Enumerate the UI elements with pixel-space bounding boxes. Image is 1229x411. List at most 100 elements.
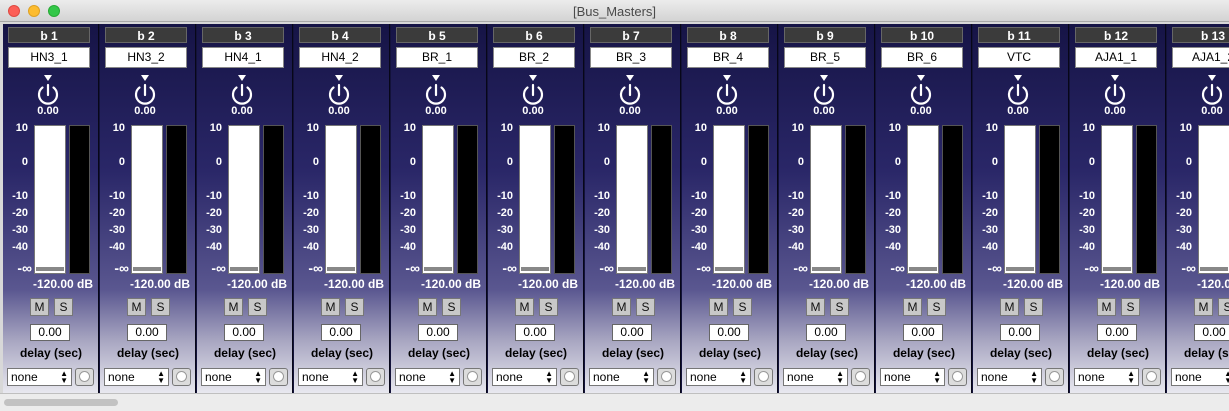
volume-fader[interactable] [519, 125, 551, 274]
route-select[interactable]: none ▲ ▼ [1074, 368, 1139, 386]
channel-name-field[interactable]: BR_4 [687, 47, 769, 68]
mute-button[interactable]: M [1194, 298, 1213, 316]
volume-fader[interactable] [1101, 125, 1133, 274]
solo-button[interactable]: S [1218, 298, 1229, 316]
horizontal-scrollbar-thumb[interactable] [4, 399, 118, 406]
route-select[interactable]: none ▲ ▼ [7, 368, 72, 386]
toggle-button[interactable] [366, 368, 385, 386]
fader-handle[interactable] [327, 267, 355, 271]
pan-knob-icon[interactable] [327, 82, 351, 106]
solo-button[interactable]: S [345, 298, 364, 316]
route-select[interactable]: none ▲ ▼ [977, 368, 1042, 386]
solo-button[interactable]: S [539, 298, 558, 316]
route-select[interactable]: none ▲ ▼ [492, 368, 557, 386]
delay-input[interactable]: 0.00 [224, 324, 264, 341]
channel-name-field[interactable]: VTC [978, 47, 1060, 68]
channel-name-field[interactable]: BR_3 [590, 47, 672, 68]
fader-handle[interactable] [1200, 267, 1228, 271]
fader-handle[interactable] [424, 267, 452, 271]
mute-button[interactable]: M [612, 298, 631, 316]
solo-button[interactable]: S [248, 298, 267, 316]
pan-knob-icon[interactable] [812, 82, 836, 106]
mute-button[interactable]: M [418, 298, 437, 316]
toggle-button[interactable] [269, 368, 288, 386]
toggle-button[interactable] [75, 368, 94, 386]
mute-button[interactable]: M [1097, 298, 1116, 316]
solo-button[interactable]: S [1121, 298, 1140, 316]
volume-fader[interactable] [422, 125, 454, 274]
volume-fader[interactable] [228, 125, 260, 274]
route-select[interactable]: none ▲ ▼ [201, 368, 266, 386]
mute-button[interactable]: M [515, 298, 534, 316]
delay-input[interactable]: 0.00 [418, 324, 458, 341]
pan-knob-icon[interactable] [715, 82, 739, 106]
delay-input[interactable]: 0.00 [1194, 324, 1229, 341]
toggle-button[interactable] [1142, 368, 1161, 386]
delay-input[interactable]: 0.00 [127, 324, 167, 341]
delay-input[interactable]: 0.00 [321, 324, 361, 341]
volume-fader[interactable] [325, 125, 357, 274]
horizontal-scrollbar-track[interactable] [0, 393, 1229, 411]
channel-name-field[interactable]: HN4_1 [202, 47, 284, 68]
route-select[interactable]: none ▲ ▼ [395, 368, 460, 386]
channel-name-field[interactable]: BR_2 [493, 47, 575, 68]
route-select[interactable]: none ▲ ▼ [783, 368, 848, 386]
toggle-button[interactable] [463, 368, 482, 386]
delay-input[interactable]: 0.00 [903, 324, 943, 341]
toggle-button[interactable] [560, 368, 579, 386]
mute-button[interactable]: M [709, 298, 728, 316]
mute-button[interactable]: M [127, 298, 146, 316]
delay-input[interactable]: 0.00 [1000, 324, 1040, 341]
volume-fader[interactable] [1004, 125, 1036, 274]
fader-handle[interactable] [36, 267, 64, 271]
channel-name-field[interactable]: BR_6 [881, 47, 963, 68]
pan-knob-icon[interactable] [1103, 82, 1127, 106]
route-select[interactable]: none ▲ ▼ [298, 368, 363, 386]
channel-name-field[interactable]: AJA1_1 [1075, 47, 1157, 68]
fader-handle[interactable] [521, 267, 549, 271]
volume-fader[interactable] [34, 125, 66, 274]
solo-button[interactable]: S [636, 298, 655, 316]
delay-input[interactable]: 0.00 [515, 324, 555, 341]
volume-fader[interactable] [713, 125, 745, 274]
toggle-button[interactable] [657, 368, 676, 386]
solo-button[interactable]: S [830, 298, 849, 316]
toggle-button[interactable] [851, 368, 870, 386]
volume-fader[interactable] [131, 125, 163, 274]
solo-button[interactable]: S [151, 298, 170, 316]
fader-handle[interactable] [909, 267, 937, 271]
solo-button[interactable]: S [1024, 298, 1043, 316]
solo-button[interactable]: S [733, 298, 752, 316]
pan-knob-icon[interactable] [521, 82, 545, 106]
volume-fader[interactable] [1198, 125, 1229, 274]
solo-button[interactable]: S [442, 298, 461, 316]
mute-button[interactable]: M [806, 298, 825, 316]
route-select[interactable]: none ▲ ▼ [880, 368, 945, 386]
delay-input[interactable]: 0.00 [806, 324, 846, 341]
mute-button[interactable]: M [903, 298, 922, 316]
route-select[interactable]: none ▲ ▼ [589, 368, 654, 386]
volume-fader[interactable] [907, 125, 939, 274]
fader-handle[interactable] [812, 267, 840, 271]
channel-name-field[interactable]: HN3_1 [8, 47, 90, 68]
pan-knob-icon[interactable] [1006, 82, 1030, 106]
toggle-button[interactable] [948, 368, 967, 386]
toggle-button[interactable] [1045, 368, 1064, 386]
pan-knob-icon[interactable] [230, 82, 254, 106]
route-select[interactable]: none ▲ ▼ [1171, 368, 1229, 386]
fader-handle[interactable] [1103, 267, 1131, 271]
channel-name-field[interactable]: HN4_2 [299, 47, 381, 68]
solo-button[interactable]: S [927, 298, 946, 316]
route-select[interactable]: none ▲ ▼ [104, 368, 169, 386]
toggle-button[interactable] [172, 368, 191, 386]
channel-name-field[interactable]: HN3_2 [105, 47, 187, 68]
mute-button[interactable]: M [224, 298, 243, 316]
delay-input[interactable]: 0.00 [1097, 324, 1137, 341]
toggle-button[interactable] [754, 368, 773, 386]
fader-handle[interactable] [618, 267, 646, 271]
pan-knob-icon[interactable] [618, 82, 642, 106]
title-bar[interactable]: [Bus_Masters] [0, 0, 1229, 22]
channel-name-field[interactable]: AJA1_2 [1172, 47, 1229, 68]
fader-handle[interactable] [715, 267, 743, 271]
pan-knob-icon[interactable] [909, 82, 933, 106]
